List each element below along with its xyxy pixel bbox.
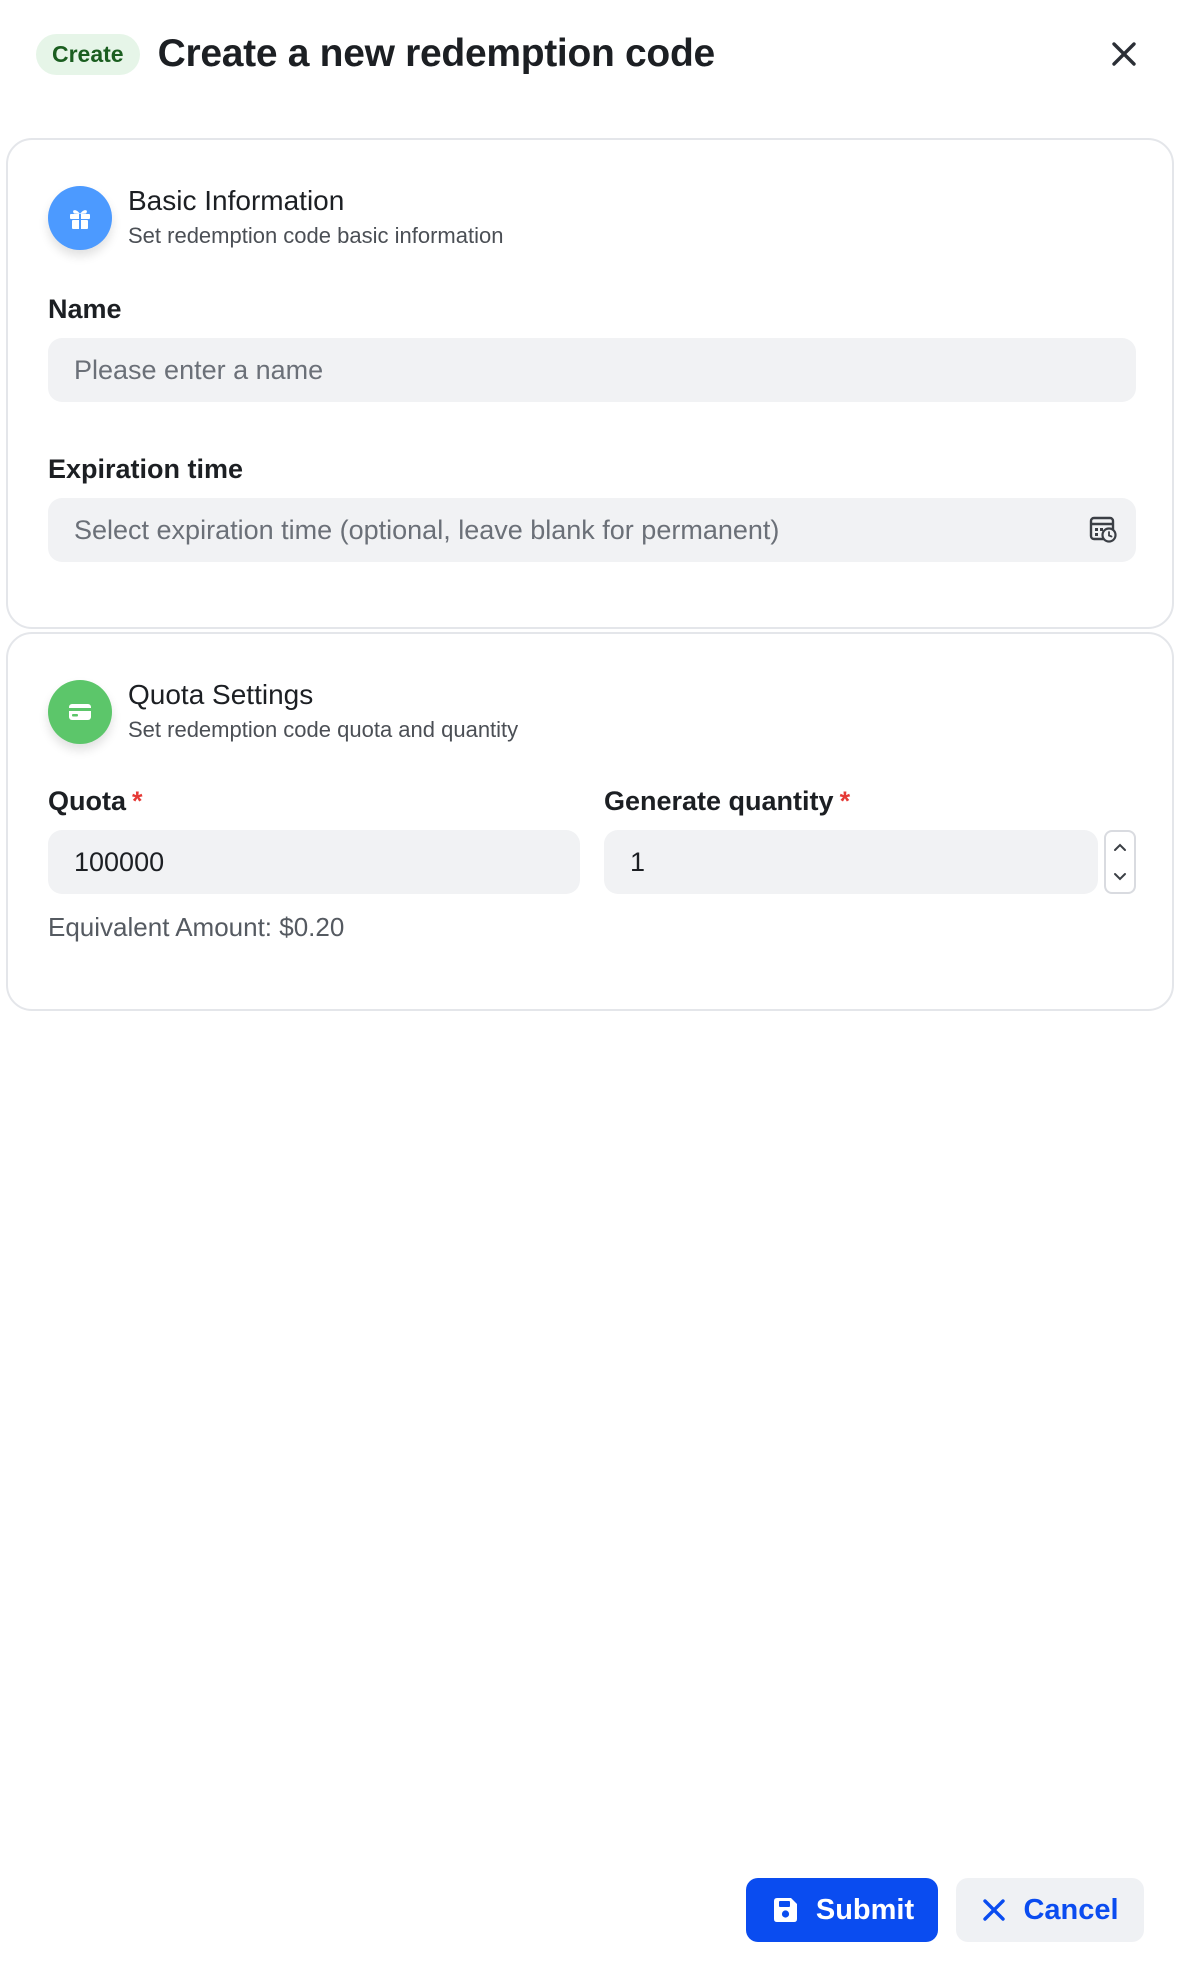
calendar-clock-icon[interactable] (1088, 514, 1118, 551)
expiration-date-picker[interactable]: Select expiration time (optional, leave … (48, 498, 1136, 562)
credit-card-icon (48, 680, 112, 744)
dialog-header: Create Create a new redemption code (36, 28, 1146, 80)
basic-information-header: Basic Information Set redemption code ba… (48, 184, 503, 250)
quantity-label-text: Generate quantity (604, 786, 834, 816)
quantity-label: Generate quantity * (604, 786, 850, 817)
basic-information-subtitle: Set redemption code basic information (128, 223, 504, 248)
required-marker: * (839, 786, 851, 816)
expiration-placeholder: Select expiration time (optional, leave … (74, 514, 780, 545)
stepper-up-button[interactable] (1106, 833, 1134, 861)
quota-settings-title: Quota Settings (128, 679, 314, 710)
create-badge: Create (36, 33, 140, 75)
cancel-button[interactable]: Cancel (956, 1878, 1144, 1942)
basic-information-card: Basic Information Set redemption code ba… (6, 138, 1174, 629)
save-icon (773, 1898, 797, 1922)
quantity-input[interactable]: 1 (604, 830, 1098, 894)
quantity-stepper[interactable] (1104, 830, 1136, 894)
name-input[interactable]: Please enter a name (48, 338, 1136, 402)
quota-input[interactable]: 100000 (48, 830, 580, 894)
quota-settings-header: Quota Settings Set redemption code quota… (48, 678, 518, 744)
quantity-value: 1 (630, 846, 646, 877)
quota-value: 100000 (74, 846, 165, 877)
close-button[interactable] (1102, 32, 1146, 76)
equivalent-amount: Equivalent Amount: $0.20 (48, 912, 345, 942)
gift-icon (48, 186, 112, 250)
close-icon (983, 1899, 1006, 1921)
close-icon (1112, 42, 1136, 66)
chevron-down-icon (1114, 873, 1126, 881)
name-placeholder: Please enter a name (74, 354, 324, 385)
basic-information-title: Basic Information (128, 185, 345, 216)
chevron-up-icon (1114, 843, 1126, 851)
submit-label: Submit (815, 1893, 915, 1926)
name-label: Name (48, 294, 122, 324)
cancel-label: Cancel (1023, 1893, 1119, 1926)
dialog-title: Create a new redemption code (157, 32, 716, 75)
quota-settings-subtitle: Set redemption code quota and quantity (128, 717, 519, 742)
create-redemption-dialog: Create Create a new redemption code Basi… (0, 0, 1182, 1980)
quota-label: Quota * (48, 786, 143, 817)
expiration-label: Expiration time (48, 454, 244, 484)
quota-label-text: Quota (48, 786, 126, 816)
quota-settings-card: Quota Settings Set redemption code quota… (6, 632, 1174, 1011)
stepper-down-button[interactable] (1106, 863, 1134, 891)
submit-button[interactable]: Submit (746, 1878, 938, 1942)
required-marker: * (132, 786, 143, 816)
